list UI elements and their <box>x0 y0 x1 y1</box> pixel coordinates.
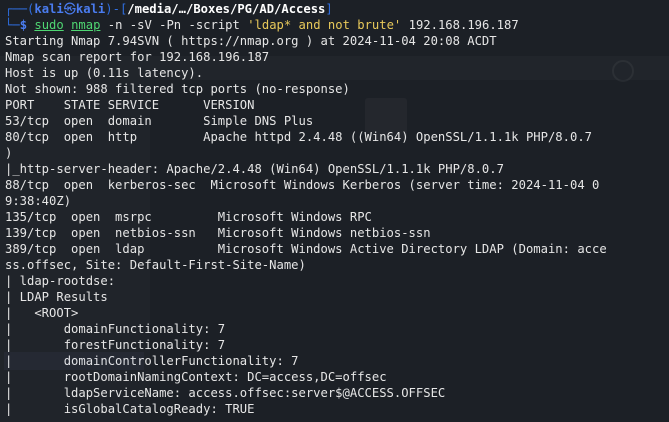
prompt-separator: )-[ <box>105 2 128 16</box>
output-line: | LDAP Results <box>5 290 108 304</box>
command-line[interactable]: └─$ sudo nmap -n -sV -Pn -script 'ldap* … <box>5 17 669 33</box>
output-line: 139/tcp open netbios-ssn Microsoft Windo… <box>5 226 431 240</box>
output-line: Nmap scan report for 192.168.196.187 <box>5 50 270 64</box>
command-script-arg: 'ldap* and not brute' <box>247 18 402 32</box>
output-line: ss.offsec, Site: Default-First-Site-Name… <box>5 258 306 272</box>
output-line: ) <box>5 146 13 160</box>
output-line: Not shown: 988 filtered tcp ports (no-re… <box>5 82 350 96</box>
output-line: |_http-server-header: Apache/2.4.48 (Win… <box>5 162 504 176</box>
prompt-close-bracket: ] <box>325 2 333 16</box>
output-line: PORT STATE SERVICE VERSION <box>5 98 255 112</box>
prompt-line-1: ┌──(kali㉿kali)-[/media/…/Boxes/PG/AD/Acc… <box>5 1 669 17</box>
output-line: 53/tcp open domain Simple DNS Plus <box>5 114 314 128</box>
command-nmap: nmap <box>71 18 101 32</box>
output-line: 9:38:40Z) <box>5 194 72 208</box>
command-sudo: sudo <box>34 18 64 32</box>
command-args: -n -sV -Pn -script <box>100 18 248 32</box>
output-line: 135/tcp open msrpc Microsoft Windows RPC <box>5 210 372 224</box>
terminal-window[interactable]: ┌──(kali㉿kali)-[/media/…/Boxes/PG/AD/Acc… <box>0 0 669 422</box>
output-line: 80/tcp open http Apache httpd 2.4.48 ((W… <box>5 130 592 144</box>
output-line: Host is up (0.11s latency). <box>5 66 204 80</box>
output-line: | ldap-rootdse: <box>5 274 116 288</box>
prompt-path: /media/…/Boxes/PG/AD/Access <box>127 2 326 16</box>
command-target: 192.168.196.187 <box>401 18 519 32</box>
prompt-dollar: $ <box>19 18 35 32</box>
output-line: Starting Nmap 7.94SVN ( https://nmap.org… <box>5 34 497 48</box>
output-line: | isGlobalCatalogReady: TRUE <box>5 402 255 416</box>
output-line: 389/tcp open ldap Microsoft Windows Acti… <box>5 242 607 256</box>
output-line: 88/tcp open kerberos-sec Microsoft Windo… <box>5 178 600 192</box>
prompt-user: kali <box>34 2 64 16</box>
output-line: | <ROOT> <box>5 306 79 320</box>
output-line: | domainFunctionality: 7 <box>5 322 226 336</box>
prompt-frame-top: ┌──( <box>5 2 35 16</box>
output-line: | forestFunctionality: 7 <box>5 338 226 352</box>
output-line: | rootDomainNamingContext: DC=access,DC=… <box>5 370 387 384</box>
prompt-skull-icon: ㉿ <box>63 2 76 16</box>
output-line: | domainControllerFunctionality: 7 <box>5 354 299 368</box>
prompt-frame-bottom: └─ <box>5 18 20 32</box>
output-line: | ldapServiceName: access.offsec:server$… <box>5 386 446 400</box>
prompt-host: kali <box>75 2 106 16</box>
